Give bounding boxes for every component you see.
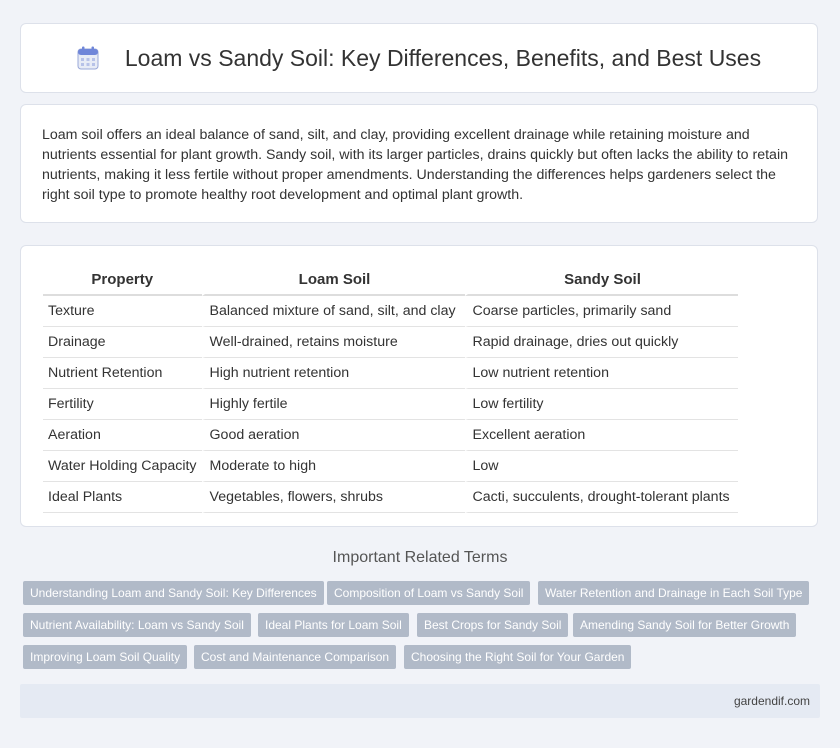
comparison-card: Property Loam Soil Sandy Soil Texture Ba… xyxy=(20,245,818,527)
cell-sandy: Low nutrient retention xyxy=(464,358,738,389)
cell-property: Water Holding Capacity xyxy=(43,451,202,482)
footer-site-link[interactable]: gardendif.com xyxy=(734,694,810,708)
related-term-tag[interactable]: Choosing the Right Soil for Your Garden xyxy=(404,645,632,669)
page-header: Loam vs Sandy Soil: Key Differences, Ben… xyxy=(20,23,818,93)
cell-sandy: Rapid drainage, dries out quickly xyxy=(464,327,738,358)
intro-text: Loam soil offers an ideal balance of san… xyxy=(42,127,788,203)
cell-loam: Well-drained, retains moisture xyxy=(201,327,465,358)
related-terms-title: Important Related Terms xyxy=(332,549,508,566)
cell-sandy: Coarse particles, primarily sand xyxy=(464,296,738,327)
cell-loam: Vegetables, flowers, shrubs xyxy=(201,482,465,513)
cell-loam: High nutrient retention xyxy=(201,358,465,389)
related-term-tag[interactable]: Nutrient Availability: Loam vs Sandy Soi… xyxy=(23,613,251,637)
cell-loam: Balanced mixture of sand, silt, and clay xyxy=(201,296,465,327)
related-term-tag[interactable]: Water Retention and Drainage in Each Soi… xyxy=(538,581,810,605)
intro-card: Loam soil offers an ideal balance of san… xyxy=(20,104,818,223)
footer: gardendif.com xyxy=(20,684,820,718)
cell-sandy: Cacti, succulents, drought-tolerant plan… xyxy=(464,482,738,513)
table-header-row: Property Loam Soil Sandy Soil xyxy=(43,264,738,296)
table-row: Ideal Plants Vegetables, flowers, shrubs… xyxy=(43,482,738,513)
cell-property: Fertility xyxy=(43,389,202,420)
cell-property: Drainage xyxy=(43,327,202,358)
table-row: Texture Balanced mixture of sand, silt, … xyxy=(43,296,738,327)
cell-sandy: Low xyxy=(464,451,738,482)
header-loam: Loam Soil xyxy=(201,264,465,296)
cell-property: Nutrient Retention xyxy=(43,358,202,389)
cell-loam: Moderate to high xyxy=(201,451,465,482)
related-term-tag[interactable]: Composition of Loam vs Sandy Soil xyxy=(327,581,531,605)
related-term-tag[interactable]: Understanding Loam and Sandy Soil: Key D… xyxy=(23,581,324,605)
page-title: Loam vs Sandy Soil: Key Differences, Ben… xyxy=(124,44,762,71)
cell-property: Ideal Plants xyxy=(43,482,202,513)
cell-property: Aeration xyxy=(43,420,202,451)
cell-loam: Highly fertile xyxy=(201,389,465,420)
table-row: Aeration Good aeration Excellent aeratio… xyxy=(43,420,738,451)
cell-sandy: Low fertility xyxy=(464,389,738,420)
related-term-tag[interactable]: Ideal Plants for Loam Soil xyxy=(258,613,409,637)
header-sandy: Sandy Soil xyxy=(464,264,738,296)
related-term-tag[interactable]: Best Crops for Sandy Soil xyxy=(417,613,569,637)
table-row: Water Holding Capacity Moderate to high … xyxy=(43,451,738,482)
calendar-icon xyxy=(77,46,99,70)
cell-sandy: Excellent aeration xyxy=(464,420,738,451)
header-property: Property xyxy=(43,264,202,296)
related-term-tag[interactable]: Amending Sandy Soil for Better Growth xyxy=(573,613,797,637)
cell-property: Texture xyxy=(43,296,202,327)
table-row: Drainage Well-drained, retains moisture … xyxy=(43,327,738,358)
related-term-tag[interactable]: Cost and Maintenance Comparison xyxy=(194,645,397,669)
cell-loam: Good aeration xyxy=(201,420,465,451)
table-row: Fertility Highly fertile Low fertility xyxy=(43,389,738,420)
comparison-table: Property Loam Soil Sandy Soil Texture Ba… xyxy=(43,264,738,513)
related-term-tag[interactable]: Improving Loam Soil Quality xyxy=(23,645,188,669)
table-row: Nutrient Retention High nutrient retenti… xyxy=(43,358,738,389)
